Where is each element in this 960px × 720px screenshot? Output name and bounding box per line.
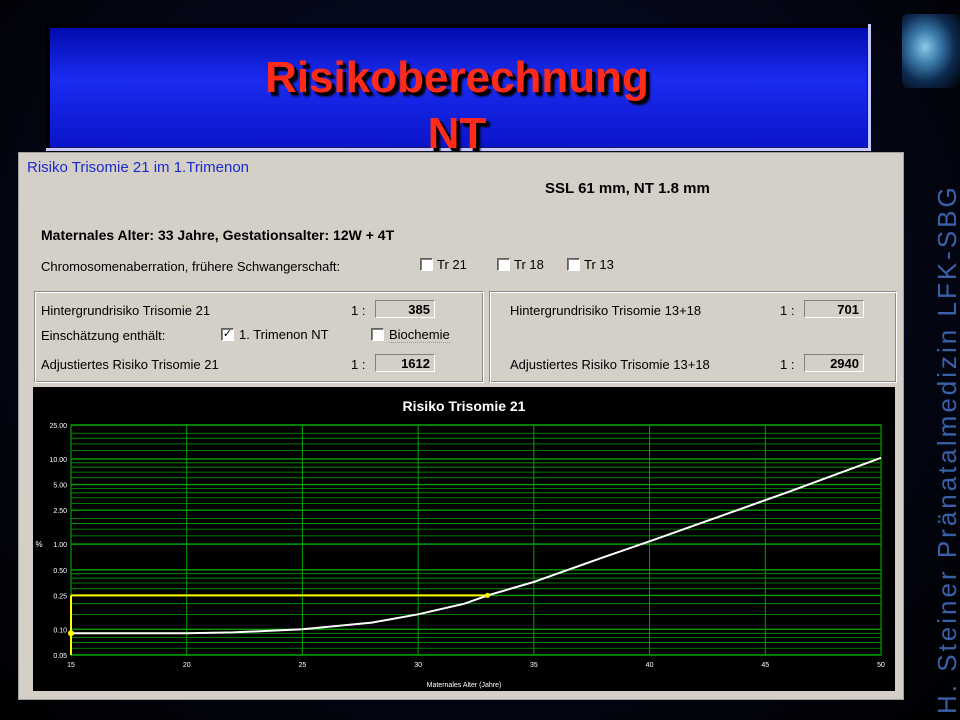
biochemie-option-label: Biochemie <box>389 327 450 343</box>
ratio-prefix: 1 : <box>351 357 366 372</box>
adjusted-risk-t21-label: Adjustiertes Risiko Trisomie 21 <box>41 357 219 372</box>
trisomy13-18-group: Hintergrundrisiko Trisomie 13+18 1 : 701… <box>489 291 897 383</box>
chromosome-aberration-label: Chromosomenaberration, frühere Schwanger… <box>41 259 341 274</box>
logo-image <box>902 14 960 88</box>
ratio-prefix: 1 : <box>780 303 795 318</box>
background-risk-t21-field[interactable]: 385 <box>375 300 435 318</box>
y-tick-label: 0.50 <box>53 568 67 575</box>
vertical-credit: H. Steiner Pränatalmedizin LFK-SBG <box>932 184 960 714</box>
adjusted-risk-t21-field[interactable]: 1612 <box>375 354 435 372</box>
y-tick-label: 2.50 <box>53 508 67 515</box>
tr18-label: Tr 18 <box>514 257 544 272</box>
ratio-prefix: 1 : <box>780 357 795 372</box>
x-tick-label: 40 <box>646 662 654 669</box>
ratio-prefix: 1 : <box>351 303 366 318</box>
slide-title: Risikoberechnung <box>265 53 649 102</box>
risk-calculator-window: Risiko Trisomie 21 im 1.Trimenon SSL 61 … <box>18 152 904 700</box>
x-tick-label: 50 <box>877 662 885 669</box>
ssl-nt-label: SSL 61 mm, NT 1.8 mm <box>545 180 710 197</box>
y-tick-label: 1.00 <box>53 542 67 549</box>
background-risk-t13-18-field[interactable]: 701 <box>804 300 864 318</box>
chart-xlabel: Maternales Alter (Jahre) <box>427 682 502 689</box>
tr21-checkbox[interactable] <box>420 258 433 271</box>
adjusted-risk-t13-18-label: Adjustiertes Risiko Trisomie 13+18 <box>510 357 710 372</box>
nt-checkbox[interactable]: ✓ <box>221 328 234 341</box>
x-tick-label: 30 <box>414 662 422 669</box>
marker-point <box>485 592 491 598</box>
x-tick-label: 25 <box>299 662 307 669</box>
maternal-age-label: Maternales Alter: 33 Jahre, Gestationsal… <box>41 227 395 243</box>
biochemie-checkbox[interactable] <box>371 328 384 341</box>
x-tick-label: 35 <box>530 662 538 669</box>
nt-option-label: 1. Trimenon NT <box>239 327 329 342</box>
risk-chart-svg: Risiko Trisomie 21 Maternales Alter (Jah… <box>35 398 885 689</box>
y-tick-label: 0.10 <box>53 627 67 634</box>
tr13-label: Tr 13 <box>584 257 614 272</box>
tr21-label: Tr 21 <box>437 257 467 272</box>
title-banner: Risikoberechnung NT <box>46 24 871 158</box>
y-tick-label: 0.25 <box>53 593 67 600</box>
x-tick-label: 20 <box>183 662 191 669</box>
tr13-checkbox[interactable] <box>567 258 580 271</box>
adjusted-risk-t13-18-field[interactable]: 2940 <box>804 354 864 372</box>
tr18-checkbox[interactable] <box>497 258 510 271</box>
y-tick-label: 5.00 <box>53 483 67 490</box>
slide-subtitle: NT <box>427 109 487 158</box>
risk-chart: Risiko Trisomie 21 Maternales Alter (Jah… <box>33 387 895 691</box>
estimate-includes-label: Einschätzung enthält: <box>41 328 166 343</box>
background-risk-t13-18-label: Hintergrundrisiko Trisomie 13+18 <box>510 303 702 318</box>
chart-ylabel: % <box>35 540 42 549</box>
x-tick-label: 45 <box>761 662 769 669</box>
y-tick-label: 10.00 <box>49 457 67 464</box>
background-risk-t21-label: Hintergrundrisiko Trisomie 21 <box>41 303 211 318</box>
x-tick-label: 15 <box>67 662 75 669</box>
marker-start-point <box>68 630 74 637</box>
panel-heading: Risiko Trisomie 21 im 1.Trimenon <box>27 159 250 176</box>
y-tick-label: 0.05 <box>53 653 67 660</box>
chart-title: Risiko Trisomie 21 <box>403 398 526 414</box>
y-tick-label: 25.00 <box>49 423 67 430</box>
trisomy21-group: Hintergrundrisiko Trisomie 21 1 : 385 Ei… <box>34 291 484 383</box>
